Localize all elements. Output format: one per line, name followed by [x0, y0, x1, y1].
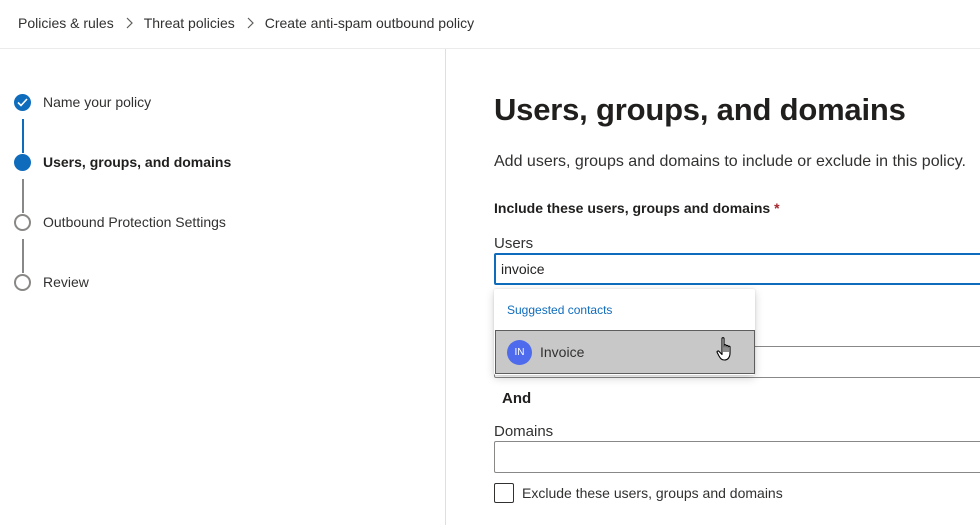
users-label: Users [494, 235, 534, 252]
step-label: Users, groups, and domains [43, 154, 232, 170]
current-step-icon [14, 153, 31, 171]
exclude-checkbox-row[interactable]: Exclude these users, groups and domains [494, 483, 783, 503]
step-label: Review [43, 274, 89, 290]
breadcrumb-threat-policies[interactable]: Threat policies [144, 15, 235, 31]
step-connector [22, 179, 24, 213]
step-label: Outbound Protection Settings [43, 214, 226, 230]
step-connector [22, 119, 24, 153]
chevron-right-icon [246, 17, 254, 29]
page-title: Users, groups, and domains [494, 92, 906, 127]
suggestion-name: Invoice [540, 344, 585, 360]
users-input-value: invoice [501, 261, 545, 277]
step-label: Name your policy [43, 94, 152, 110]
breadcrumb-policies-rules[interactable]: Policies & rules [18, 15, 114, 31]
empty-circle-icon [14, 273, 31, 291]
page-description: Add users, groups and domains to include… [494, 153, 966, 170]
breadcrumb-current: Create anti-spam outbound policy [264, 15, 475, 31]
domains-label: Domains [494, 423, 554, 440]
step-connector [22, 239, 24, 273]
wizard-steps-panel: Name your policy Users, groups, and doma… [0, 49, 446, 525]
users-input[interactable]: invoice [494, 253, 980, 285]
and-label: And [502, 390, 532, 407]
wizard-step-users-groups-domains[interactable]: Users, groups, and domains [14, 152, 231, 172]
wizard-step-name-policy[interactable]: Name your policy [14, 92, 151, 112]
suggested-contacts-dropdown: Suggested contacts IN Invoice [494, 289, 755, 375]
include-label-text: Include these users, groups and domains [494, 200, 771, 216]
empty-circle-icon [14, 213, 31, 231]
required-asterisk: * [774, 200, 780, 216]
domains-input[interactable] [494, 441, 980, 473]
wizard-step-outbound-protection[interactable]: Outbound Protection Settings [14, 212, 226, 232]
wizard-step-review[interactable]: Review [14, 272, 89, 292]
exclude-checkbox[interactable] [494, 483, 514, 503]
checkmark-circle-icon [14, 93, 31, 111]
hand-pointer-icon [716, 337, 731, 361]
suggested-contacts-header: Suggested contacts [507, 303, 613, 317]
avatar: IN [507, 339, 532, 365]
breadcrumb: Policies & rules Threat policies Create … [18, 13, 474, 33]
chevron-right-icon [125, 17, 133, 29]
include-section-label: Include these users, groups and domains … [494, 200, 780, 216]
exclude-checkbox-label[interactable]: Exclude these users, groups and domains [522, 485, 783, 501]
